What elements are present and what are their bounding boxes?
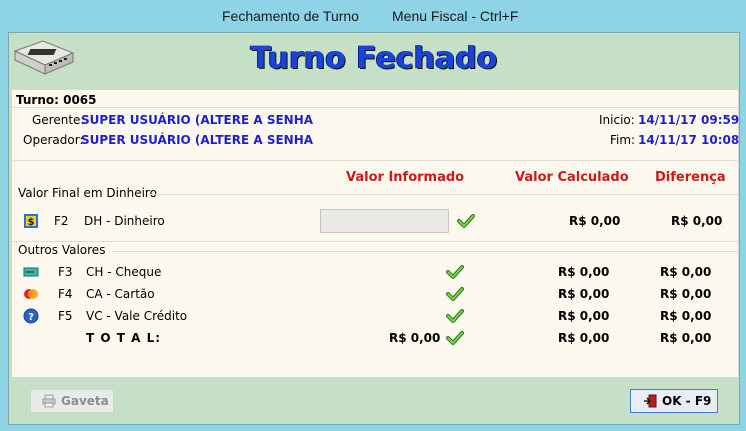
vale-label: VC - Vale Crédito bbox=[86, 309, 188, 323]
header: Turno Fechado bbox=[9, 33, 739, 89]
cartao-calculado: R$ 0,00 bbox=[558, 287, 610, 301]
inicio-label: Inicio: bbox=[599, 113, 635, 127]
content-panel: Turno: 0065 Gerente: SUPER USUÁRIO (ALTE… bbox=[11, 89, 739, 378]
gerente-label: Gerente: bbox=[32, 113, 85, 127]
dinheiro-label: DH - Dinheiro bbox=[84, 214, 165, 228]
money-icon: $ bbox=[24, 214, 38, 228]
footer: Gaveta OK - F9 bbox=[9, 377, 739, 424]
dinheiro-section-title: Valor Final em Dinheiro bbox=[18, 186, 157, 200]
cartao-hotkey: F4 bbox=[58, 287, 73, 301]
check-icon bbox=[446, 331, 464, 345]
check-icon bbox=[446, 265, 464, 279]
vale-hotkey: F5 bbox=[58, 309, 73, 323]
svg-text:?: ? bbox=[28, 312, 34, 323]
page-title: Turno Fechado bbox=[250, 41, 498, 76]
gerente-value: SUPER USUÁRIO (ALTERE A SENHA bbox=[81, 113, 314, 127]
divider bbox=[148, 194, 738, 195]
inicio-value: 14/11/17 09:59 bbox=[638, 113, 740, 127]
divider bbox=[112, 251, 738, 252]
window: Turno Fechado Turno: 0065 Gerente: SUPER… bbox=[8, 32, 740, 425]
col-header-calculado: Valor Calculado bbox=[515, 170, 629, 185]
check-icon bbox=[446, 287, 464, 301]
turno-label: Turno: 0065 bbox=[16, 93, 97, 107]
total-label: T O T A L: bbox=[86, 331, 162, 345]
fim-value: 14/11/17 10:08 bbox=[638, 133, 740, 147]
dinheiro-diferenca: R$ 0,00 bbox=[671, 214, 723, 228]
ok-button[interactable]: OK - F9 bbox=[630, 389, 718, 413]
cartao-diferenca: R$ 0,00 bbox=[660, 287, 712, 301]
total-diferenca: R$ 0,00 bbox=[660, 331, 712, 345]
outros-section-title: Outros Valores bbox=[18, 243, 106, 257]
exit-door-icon bbox=[644, 394, 657, 408]
total-informado: R$ 0,00 bbox=[389, 331, 441, 345]
operador-value: SUPER USUÁRIO (ALTERE A SENHA bbox=[81, 133, 314, 147]
divider bbox=[12, 107, 738, 108]
cheque-label: CH - Cheque bbox=[86, 265, 162, 279]
check-icon bbox=[457, 214, 475, 228]
title-bar: Fechamento de Turno Menu Fiscal - Ctrl+F bbox=[0, 0, 746, 32]
gaveta-button[interactable]: Gaveta bbox=[30, 389, 114, 413]
fiscal-menu-link[interactable]: Menu Fiscal - Ctrl+F bbox=[392, 8, 518, 24]
divider bbox=[12, 160, 738, 161]
vale-diferenca: R$ 0,00 bbox=[660, 309, 712, 323]
dinheiro-informado-input[interactable] bbox=[320, 209, 449, 233]
help-icon: ? bbox=[23, 308, 39, 324]
dinheiro-hotkey: F2 bbox=[54, 214, 69, 228]
total-calculado: R$ 0,00 bbox=[558, 331, 610, 345]
col-header-diferenca: Diferença bbox=[655, 170, 726, 185]
cheque-icon bbox=[23, 267, 39, 277]
operador-label: Operador: bbox=[23, 133, 84, 147]
printer-icon bbox=[42, 394, 56, 408]
card-icon bbox=[24, 289, 38, 299]
cheque-hotkey: F3 bbox=[58, 265, 73, 279]
cartao-label: CA - Cartão bbox=[86, 287, 155, 301]
fim-label: Fim: bbox=[610, 133, 636, 147]
ok-label: OK - F9 bbox=[662, 394, 712, 408]
dinheiro-calculado: R$ 0,00 bbox=[569, 214, 621, 228]
svg-text:$: $ bbox=[28, 217, 35, 228]
window-title: Fechamento de Turno bbox=[222, 8, 359, 24]
check-icon bbox=[446, 309, 464, 323]
vale-calculado: R$ 0,00 bbox=[558, 309, 610, 323]
gaveta-label: Gaveta bbox=[61, 394, 109, 408]
col-header-informado: Valor Informado bbox=[346, 170, 465, 185]
divider bbox=[12, 241, 738, 242]
cheque-calculado: R$ 0,00 bbox=[558, 265, 610, 279]
cheque-diferenca: R$ 0,00 bbox=[660, 265, 712, 279]
